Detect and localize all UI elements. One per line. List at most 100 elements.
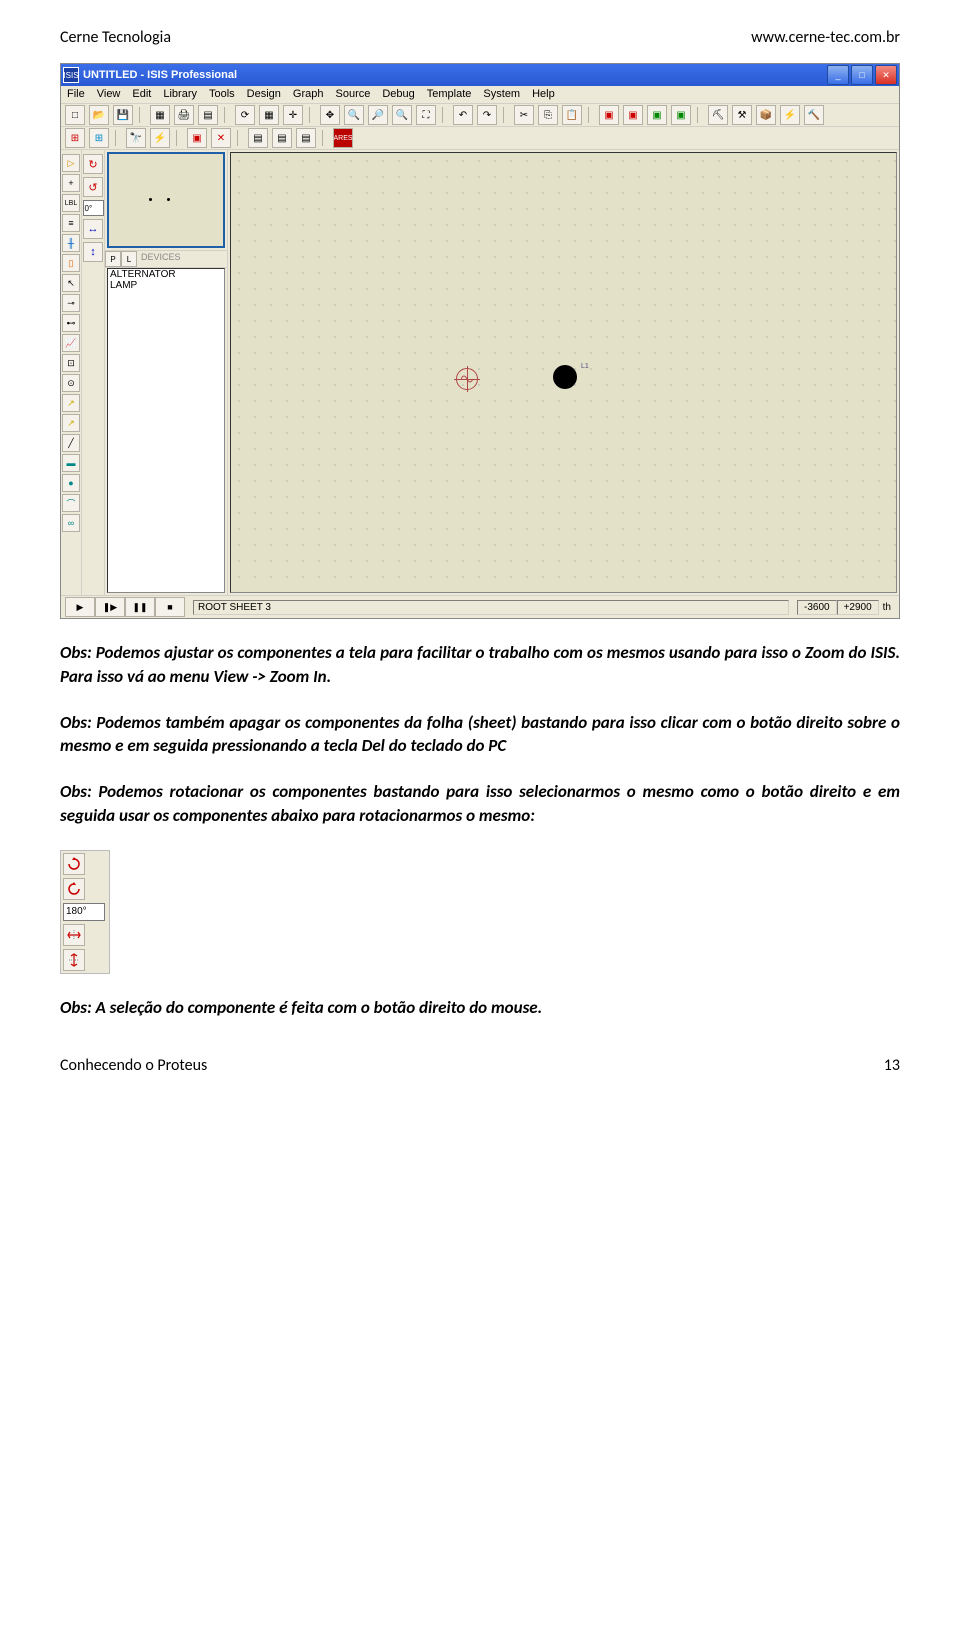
parts-list[interactable]: ALTERNATOR LAMP (107, 268, 225, 593)
menu-tools[interactable]: Tools (209, 88, 235, 101)
make-icon[interactable]: ⚒ (732, 105, 752, 125)
electrical-icon[interactable]: ✕ (211, 128, 231, 148)
pin-icon[interactable]: ⊷ (62, 314, 80, 332)
rotation-degrees[interactable]: 0° (83, 200, 104, 216)
block-rotate-icon[interactable]: ▣ (647, 105, 667, 125)
mirror-y-icon[interactable]: ↕ (83, 242, 103, 262)
pick-icon[interactable]: ⛏ (708, 105, 728, 125)
netlist-icon[interactable]: ⊞ (89, 128, 109, 148)
menu-debug[interactable]: Debug (382, 88, 414, 101)
binoculars-icon[interactable]: 🔭 (126, 128, 146, 148)
block-delete-icon[interactable]: ▣ (671, 105, 691, 125)
arc-icon[interactable]: ⌒ (62, 494, 80, 512)
undo-icon[interactable]: ↶ (453, 105, 473, 125)
menu-view[interactable]: View (97, 88, 121, 101)
path-icon[interactable]: ∞ (62, 514, 80, 532)
overview-window[interactable] (107, 152, 225, 248)
bus-icon[interactable]: ╫ (62, 234, 80, 252)
grid-icon[interactable]: ▦ (259, 105, 279, 125)
zoom-area-icon[interactable]: ⛶ (416, 105, 436, 125)
menu-file[interactable]: File (67, 88, 85, 101)
tape-icon[interactable]: ⊡ (62, 354, 80, 372)
block-move-icon[interactable]: ▣ (623, 105, 643, 125)
pause-button[interactable]: ❚❚ (125, 597, 155, 617)
mirror-y-icon[interactable] (63, 949, 85, 971)
print-icon[interactable]: 🖨 (174, 105, 194, 125)
menu-edit[interactable]: Edit (132, 88, 151, 101)
rotation-degrees-field[interactable]: 180° (63, 903, 105, 921)
package-icon[interactable]: 📦 (756, 105, 776, 125)
line-icon[interactable]: ╱ (62, 434, 80, 452)
redo-icon[interactable]: ↷ (477, 105, 497, 125)
area-icon[interactable]: ▦ (150, 105, 170, 125)
titlebar: ISIS UNTITLED - ISIS Professional _ □ ✕ (61, 64, 899, 86)
hammer-icon[interactable]: 🔨 (804, 105, 824, 125)
decompose-icon[interactable]: ⚡ (780, 105, 800, 125)
list-item[interactable]: ALTERNATOR (108, 269, 224, 280)
minimize-button[interactable]: _ (827, 65, 849, 85)
zoom-in-icon[interactable]: 🔍 (344, 105, 364, 125)
menu-help[interactable]: Help (532, 88, 555, 101)
close-button[interactable]: ✕ (875, 65, 897, 85)
zoom-out-icon[interactable]: 🔎 (368, 105, 388, 125)
graph-icon[interactable]: 📈 (62, 334, 80, 352)
copy-icon[interactable]: ⎘ (538, 105, 558, 125)
play-button[interactable]: ▶ (65, 597, 95, 617)
menu-library[interactable]: Library (163, 88, 197, 101)
rotate-ccw-icon[interactable] (63, 878, 85, 900)
wire-tool-icon[interactable]: ⊞ (65, 128, 85, 148)
terminal-icon[interactable]: ⊸ (62, 294, 80, 312)
list-item[interactable]: LAMP (108, 280, 224, 291)
label-icon[interactable]: LBL (62, 194, 80, 212)
generator-icon[interactable]: ⊙ (62, 374, 80, 392)
cut-icon[interactable]: ✂ (514, 105, 534, 125)
menu-source[interactable]: Source (336, 88, 371, 101)
open-file-icon[interactable]: 📂 (89, 105, 109, 125)
selection-icon[interactable]: ↖ (62, 274, 80, 292)
rotate-cw-icon[interactable] (63, 853, 85, 875)
step-button[interactable]: ❚▶ (95, 597, 125, 617)
alternator-component[interactable] (456, 368, 478, 390)
p-button[interactable]: P (105, 251, 121, 267)
box-icon[interactable]: ▬ (62, 454, 80, 472)
rotate-cw-icon[interactable]: ↻ (83, 154, 103, 174)
stop-button[interactable]: ■ (155, 597, 185, 617)
mirror-x-icon[interactable]: ↔ (83, 219, 103, 239)
header-left: Cerne Tecnologia (60, 28, 171, 47)
rotate-ccw-icon[interactable]: ↺ (83, 177, 103, 197)
paste-icon[interactable]: 📋 (562, 105, 582, 125)
circle-icon[interactable]: ● (62, 474, 80, 492)
report3-icon[interactable]: ▤ (296, 128, 316, 148)
component-mode-icon[interactable]: ▷ (62, 154, 80, 172)
paragraph-4: Obs: A seleção do componente é feita com… (60, 996, 900, 1020)
menu-graph[interactable]: Graph (293, 88, 324, 101)
page-footer: Conhecendo o Proteus 13 (60, 1056, 900, 1075)
menu-template[interactable]: Template (427, 88, 472, 101)
block-copy-icon[interactable]: ▣ (599, 105, 619, 125)
refresh-icon[interactable]: ⟳ (235, 105, 255, 125)
pan-icon[interactable]: ✥ (320, 105, 340, 125)
mirror-x-icon[interactable] (63, 924, 85, 946)
l-button[interactable]: L (121, 251, 137, 267)
zoom-all-icon[interactable]: 🔍 (392, 105, 412, 125)
maximize-button[interactable]: □ (851, 65, 873, 85)
text-icon[interactable]: ≡ (62, 214, 80, 232)
origin-icon[interactable]: ✛ (283, 105, 303, 125)
report1-icon[interactable]: ▤ (248, 128, 268, 148)
save-icon[interactable]: 💾 (113, 105, 133, 125)
probe-i-icon[interactable]: ↗ (62, 414, 80, 432)
junction-icon[interactable]: + (62, 174, 80, 192)
sheet-icon[interactable]: ▤ (198, 105, 218, 125)
lamp-component[interactable]: L1 (553, 365, 577, 389)
footer-page: 13 (884, 1056, 900, 1075)
new-file-icon[interactable]: □ (65, 105, 85, 125)
menu-design[interactable]: Design (247, 88, 281, 101)
menu-system[interactable]: System (483, 88, 520, 101)
subcircuit-icon[interactable]: ▯ (62, 254, 80, 272)
erc-icon[interactable]: ⚡ (150, 128, 170, 148)
editing-canvas[interactable]: L1 (230, 152, 897, 593)
ares-icon[interactable]: ARES (333, 128, 353, 148)
bill-icon[interactable]: ▣ (187, 128, 207, 148)
probe-v-icon[interactable]: ↗ (62, 394, 80, 412)
report2-icon[interactable]: ▤ (272, 128, 292, 148)
